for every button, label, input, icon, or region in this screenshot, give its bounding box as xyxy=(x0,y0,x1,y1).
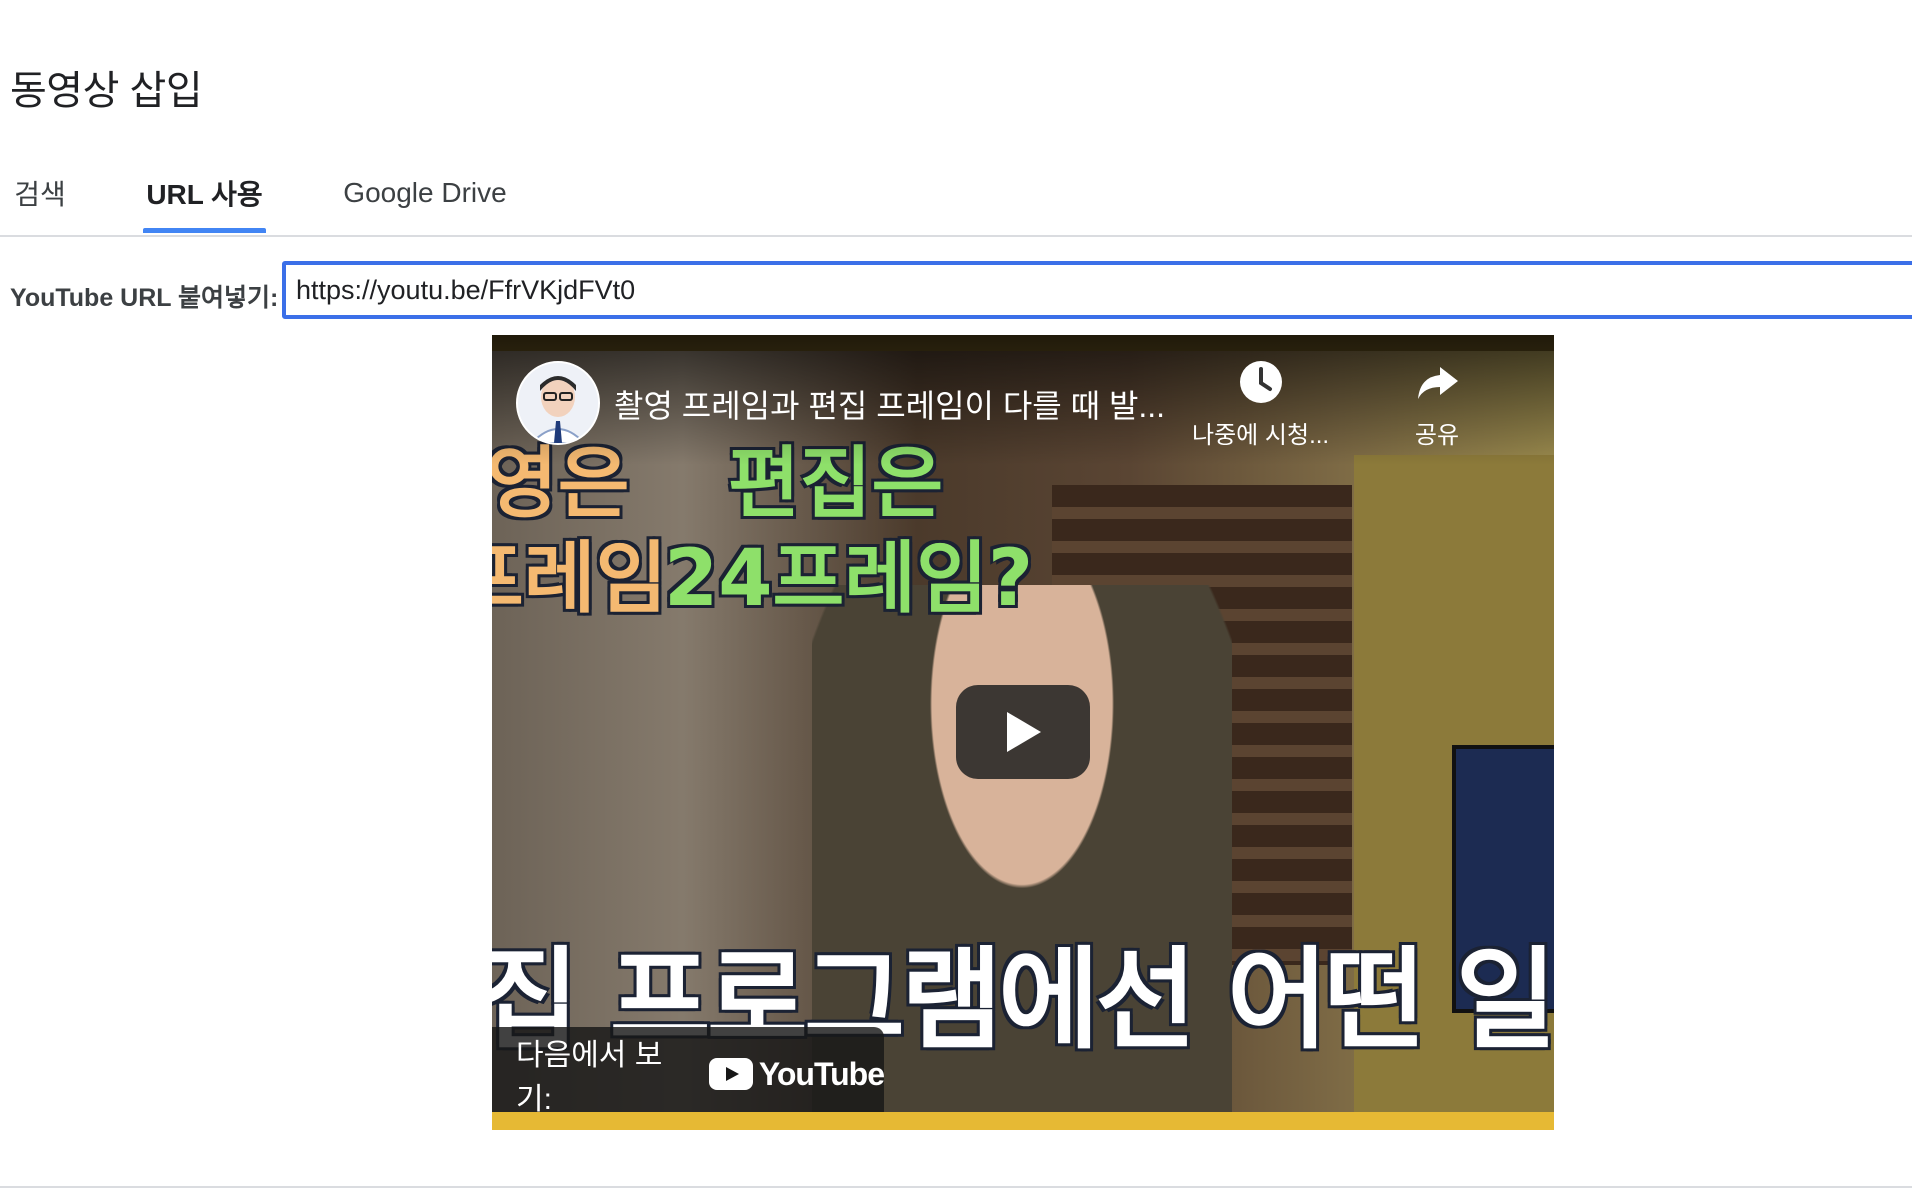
watch-on-label: 다음에서 보기: xyxy=(516,1039,663,1116)
caption-left-bottom: 프레임 xyxy=(492,534,668,624)
video-preview[interactable]: 영은 프레임 편집은 24프레임? 집 프로그램에선 어떤 일이... 촬영 프… xyxy=(492,335,1554,1130)
dialog-title: 동영상 삽입 xyxy=(10,69,203,113)
youtube-logo: YouTube xyxy=(708,1055,885,1093)
youtube-play-icon xyxy=(708,1058,753,1090)
caption-right-bottom: 24프레임? xyxy=(664,534,1034,624)
tab-google-drive[interactable]: Google Drive xyxy=(330,152,520,233)
youtube-url-input[interactable] xyxy=(282,261,1912,319)
channel-avatar[interactable] xyxy=(516,361,600,445)
youtube-wordmark: YouTube xyxy=(758,1055,885,1092)
watch-later-label: 나중에 시청... xyxy=(1192,422,1330,449)
play-icon xyxy=(1007,712,1041,752)
share-button[interactable]: 공유 xyxy=(1414,359,1460,450)
tab-url[interactable]: URL 사용 xyxy=(143,152,266,233)
watch-on-youtube-button[interactable]: 다음에서 보기: YouTube xyxy=(492,1027,885,1121)
video-title[interactable]: 촬영 프레임과 편집 프레임이 다를 때 발... xyxy=(614,381,1174,427)
url-label: YouTube URL 붙여넣기: xyxy=(10,284,279,312)
share-label: 공유 xyxy=(1414,422,1460,449)
play-button[interactable] xyxy=(956,685,1090,779)
avatar-icon xyxy=(518,363,598,443)
watch-later-button[interactable]: 나중에 시청... xyxy=(1192,359,1329,450)
active-tab-indicator xyxy=(143,228,266,233)
share-arrow-icon xyxy=(1418,367,1458,399)
tab-bar: 검색 URL 사용 Google Drive xyxy=(0,152,1912,237)
clock-icon xyxy=(1239,361,1282,403)
dialog-footer-divider xyxy=(0,1186,1912,1188)
tab-search[interactable]: 검색 xyxy=(0,152,80,233)
video-bottom-stripe xyxy=(492,1112,1554,1130)
